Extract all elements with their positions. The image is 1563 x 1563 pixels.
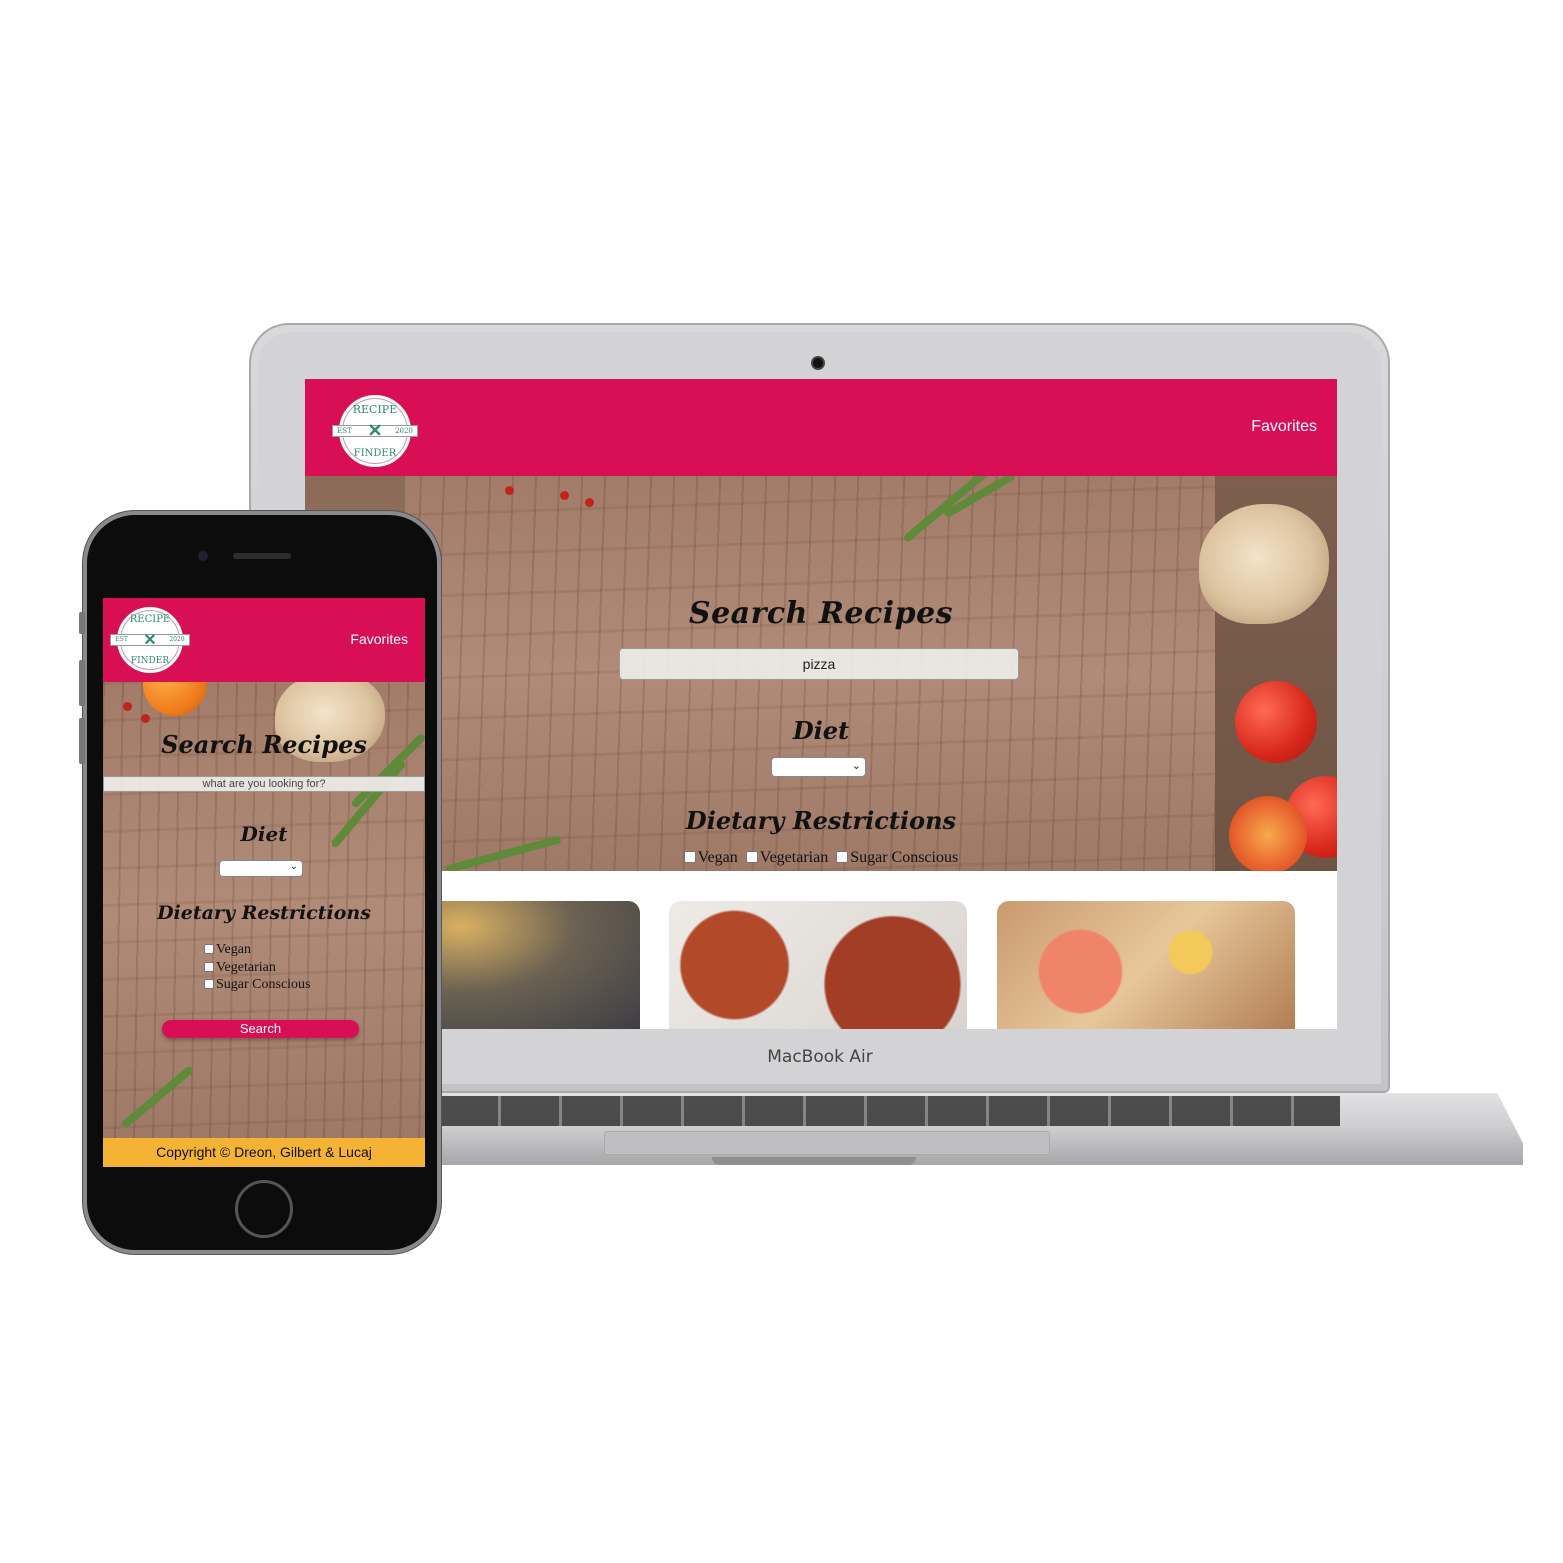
- phone-mute-switch: [79, 612, 85, 634]
- restriction-options: Vegan Vegetarian Sugar Conscious: [204, 941, 404, 994]
- logo-text-bottom: FINDER: [130, 656, 170, 666]
- sugar-conscious-label: Sugar Conscious: [216, 977, 311, 992]
- logo-text-bottom: FINDER: [353, 448, 397, 459]
- phone-home-button: [235, 1180, 293, 1238]
- diet-select[interactable]: ⌄: [219, 860, 303, 877]
- orange-tomato-decoration: [143, 682, 207, 716]
- vegan-checkbox[interactable]: [683, 851, 696, 863]
- diet-select[interactable]: ⌄: [771, 757, 866, 777]
- search-button[interactable]: Search: [162, 1020, 359, 1038]
- peppercorn-decoration: [560, 491, 569, 500]
- sugar-conscious-checkbox[interactable]: [836, 851, 849, 863]
- site-header: RECIPE EST 2020 ✕ FINDER Favorites: [103, 598, 425, 682]
- site-footer: Copyright © Dreon, Gilbert & Lucaj: [103, 1138, 425, 1167]
- vegan-checkbox[interactable]: [204, 944, 214, 954]
- search-input[interactable]: what are you looking for?: [103, 776, 425, 792]
- restriction-options: Vegan Vegetarian Sugar Conscious: [305, 849, 1337, 867]
- vegetarian-label: Vegetarian: [216, 959, 276, 975]
- recipe-finder-logo[interactable]: RECIPE EST 2020 ✕ FINDER: [110, 605, 190, 675]
- vegetarian-checkbox[interactable]: [745, 851, 758, 863]
- search-hero: Search Recipes pizza Diet ⌄ Dietary Rest…: [305, 476, 1337, 871]
- recipe-finder-logo[interactable]: RECIPE EST 2020 ✕ FINDER: [331, 393, 419, 469]
- peppercorn-decoration: [123, 702, 132, 711]
- sugar-conscious-label: Sugar Conscious: [850, 849, 959, 866]
- peppercorn-decoration: [505, 486, 514, 495]
- peppercorn-decoration: [585, 498, 594, 507]
- phone-speaker: [233, 553, 291, 559]
- chevron-down-icon: ⌄: [289, 861, 298, 872]
- phone-volume-up: [79, 660, 85, 706]
- vegetarian-checkbox[interactable]: [204, 961, 214, 972]
- search-hero: Search Recipes what are you looking for?…: [103, 682, 425, 1138]
- laptop-trackpad: [604, 1131, 1050, 1155]
- logo-text-top: RECIPE: [129, 614, 171, 625]
- favorites-link[interactable]: Favorites: [1251, 418, 1317, 436]
- dietary-restrictions-label: Dietary Restrictions: [685, 806, 957, 835]
- search-title: Search Recipes: [688, 596, 954, 631]
- search-title: Search Recipes: [161, 730, 367, 759]
- green-bean-decoration: [120, 1065, 195, 1130]
- sugar-conscious-checkbox[interactable]: [204, 979, 214, 989]
- diet-label: Diet: [792, 716, 850, 745]
- phone-screen: RECIPE EST 2020 ✕ FINDER Favorites Searc…: [103, 598, 425, 1167]
- laptop-brand-label: MacBook Air: [767, 1047, 873, 1067]
- vegetarian-label: Vegetarian: [759, 849, 829, 866]
- vegan-label: Vegan: [216, 942, 251, 957]
- laptop-keyboard: [440, 1096, 1340, 1126]
- dietary-restrictions-label: Dietary Restrictions: [157, 902, 371, 924]
- favorites-link[interactable]: Favorites: [350, 631, 408, 647]
- logo-est: EST: [115, 636, 128, 644]
- diet-label: Diet: [240, 822, 288, 846]
- logo-year: 2020: [169, 636, 185, 644]
- recipe-card[interactable]: [669, 901, 967, 1029]
- laptop-camera: [811, 356, 825, 370]
- laptop-notch: [712, 1157, 916, 1165]
- fork-spoon-icon: ✕: [143, 632, 157, 649]
- phone-camera: [198, 551, 208, 561]
- logo-est: EST: [337, 426, 352, 435]
- search-input[interactable]: pizza: [619, 648, 1019, 680]
- fork-spoon-icon: ✕: [367, 420, 383, 441]
- chevron-down-icon: ⌄: [851, 760, 861, 772]
- recipe-results: [305, 871, 1337, 1029]
- vegan-label: Vegan: [697, 849, 738, 866]
- recipe-card[interactable]: [997, 901, 1295, 1029]
- phone-volume-down: [79, 718, 85, 764]
- site-header: RECIPE EST 2020 ✕ FINDER Favorites: [305, 379, 1337, 476]
- laptop-screen: RECIPE EST 2020 ✕ FINDER Favorites Searc…: [305, 379, 1337, 1029]
- logo-text-top: RECIPE: [352, 403, 398, 416]
- peppercorn-decoration: [141, 714, 150, 723]
- logo-year: 2020: [395, 426, 413, 435]
